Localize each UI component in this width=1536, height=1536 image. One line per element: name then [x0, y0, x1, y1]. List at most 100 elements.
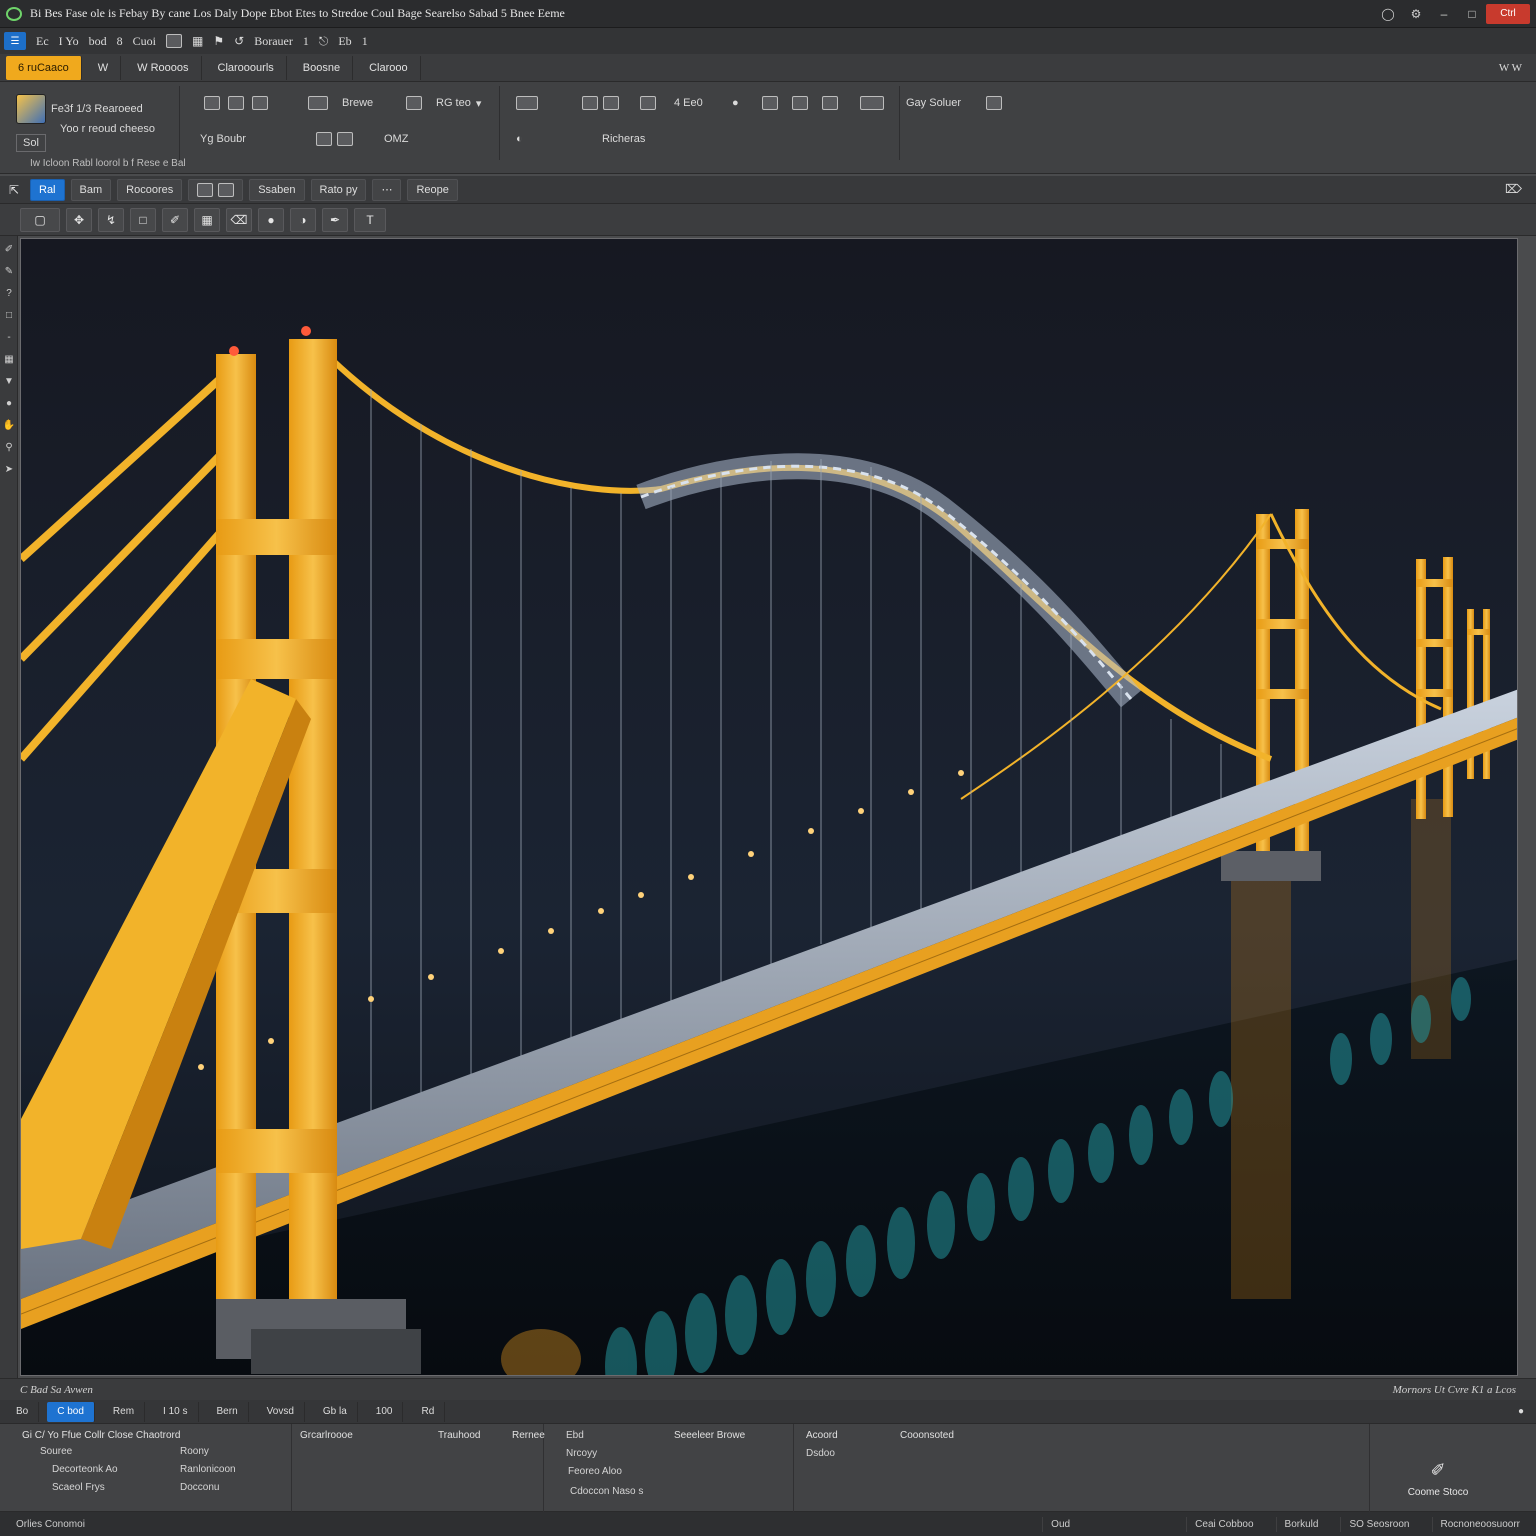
- statusbar-item[interactable]: Ceai Cobboo: [1186, 1516, 1261, 1532]
- qat-item[interactable]: Ec: [36, 34, 49, 49]
- qat-item[interactable]: 8: [117, 34, 123, 49]
- panel-tab[interactable]: Gb la: [313, 1401, 358, 1422]
- brush-icon[interactable]: ✐: [2, 244, 16, 258]
- rg-button[interactable]: RG teo ▾: [436, 92, 481, 114]
- detail-feoreo[interactable]: Feoreo Aloo: [568, 1466, 622, 1477]
- panel-tab-active[interactable]: C bod: [47, 1401, 95, 1422]
- panel-tab[interactable]: Rd: [411, 1401, 446, 1422]
- export-button[interactable]: [986, 92, 1002, 114]
- detail-ebd[interactable]: Ebd: [566, 1430, 584, 1441]
- eraser-tool[interactable]: ⌫: [226, 207, 252, 232]
- minus-icon[interactable]: -: [2, 332, 16, 346]
- filter-button[interactable]: [640, 92, 656, 114]
- qat-item[interactable]: 1: [362, 34, 368, 49]
- maximize-button[interactable]: □: [1458, 4, 1486, 24]
- pencil-icon[interactable]: ✎: [2, 266, 16, 280]
- detail-cdoccon[interactable]: Cdoccon Naso s: [570, 1486, 643, 1497]
- lasso-tool[interactable]: ↯: [98, 207, 124, 232]
- detail-nrcoyy[interactable]: Nrcoyy: [566, 1448, 597, 1459]
- settings-icon[interactable]: ⚙: [1402, 4, 1430, 24]
- frame-button[interactable]: [228, 92, 244, 114]
- drop-icon[interactable]: ●: [2, 398, 16, 412]
- lock-icon[interactable]: ⎋: [319, 34, 329, 49]
- help-icon[interactable]: ◯: [1374, 4, 1402, 24]
- panel-tab[interactable]: Vovsd: [257, 1401, 305, 1422]
- monitor-button[interactable]: [860, 92, 884, 114]
- list-button[interactable]: [822, 92, 838, 114]
- zoom-icon[interactable]: ⚲: [2, 442, 16, 456]
- tab-home[interactable]: 6 ruCaaco: [6, 55, 82, 80]
- border-button[interactable]: Yg Boubr: [200, 128, 246, 150]
- tab-rato[interactable]: Rato py: [310, 178, 367, 201]
- question-icon[interactable]: ?: [2, 288, 16, 302]
- square-icon[interactable]: [166, 34, 183, 48]
- value-button[interactable]: 4 Ee0: [674, 92, 703, 114]
- panel-tab[interactable]: Bern: [207, 1401, 249, 1422]
- window-button[interactable]: [308, 92, 328, 114]
- statusbar-item[interactable]: SO Seosroon: [1340, 1516, 1417, 1532]
- layers-button[interactable]: [252, 92, 268, 114]
- hand-icon[interactable]: ✋: [2, 420, 16, 434]
- tab-rocoores[interactable]: Rocoores: [117, 178, 183, 201]
- crop-button[interactable]: [762, 92, 778, 114]
- tab-reope[interactable]: Reope: [407, 178, 458, 201]
- tab-5[interactable]: Boosne: [291, 55, 354, 80]
- save-icon[interactable]: ▦: [192, 34, 203, 49]
- qat-item[interactable]: I Yo: [59, 34, 79, 49]
- prop-roony[interactable]: Roony: [180, 1446, 209, 1457]
- collapse-icon[interactable]: ⌦: [1505, 182, 1522, 197]
- pin-icon[interactable]: ●: [732, 92, 739, 114]
- statusbar-item[interactable]: Borkuld: [1275, 1516, 1327, 1532]
- prop-ranl[interactable]: Ranlonicoon: [180, 1464, 236, 1475]
- rect-icon[interactable]: □: [2, 310, 16, 324]
- panel-tab[interactable]: Rem: [103, 1401, 146, 1422]
- tab-2[interactable]: W: [86, 55, 122, 80]
- apply-button[interactable]: ✐ Coome Stoco: [1368, 1454, 1508, 1504]
- prop-scaeol[interactable]: Scaeol Frys: [52, 1482, 105, 1493]
- arrow-icon[interactable]: ➤: [2, 464, 16, 478]
- panel-tab[interactable]: 100: [366, 1401, 404, 1422]
- pointer-icon[interactable]: ⇱: [4, 178, 24, 202]
- qat-item[interactable]: Eb: [338, 34, 351, 49]
- color-button[interactable]: ◐: [516, 128, 523, 150]
- browse-button[interactable]: Brewe: [342, 92, 373, 114]
- ribbon-options[interactable]: W W: [1499, 62, 1522, 74]
- prop-source[interactable]: Souree: [40, 1446, 72, 1457]
- table-button[interactable]: [516, 92, 538, 114]
- prop-docc[interactable]: Docconu: [180, 1482, 219, 1493]
- save-icon[interactable]: ▦: [2, 354, 16, 368]
- qat-item[interactable]: bod: [89, 34, 107, 49]
- grid-button[interactable]: [204, 92, 220, 114]
- solver-button[interactable]: Gay Soluer: [906, 92, 961, 114]
- grid-toggle[interactable]: [188, 178, 244, 201]
- tab-ssaben[interactable]: Ssaben: [249, 178, 305, 201]
- close-button[interactable]: Ctrl: [1486, 3, 1530, 24]
- file-button[interactable]: Sol: [16, 134, 46, 152]
- rotate-button[interactable]: [792, 92, 808, 114]
- tab-3[interactable]: W Roooos: [125, 55, 202, 80]
- brush-tool[interactable]: ✐: [162, 207, 188, 232]
- tab-4[interactable]: Clarooourls: [206, 55, 287, 80]
- text-tool[interactable]: T: [354, 207, 386, 232]
- qat-item[interactable]: Cuoi: [133, 34, 156, 49]
- move-tool[interactable]: ✥: [66, 207, 92, 232]
- app-menu-icon[interactable]: ☰: [4, 32, 26, 50]
- prop-decor[interactable]: Decorteonk Ao: [52, 1464, 118, 1475]
- align-button[interactable]: [582, 92, 619, 114]
- flag-icon[interactable]: ⚑: [213, 34, 224, 49]
- more-button[interactable]: ⋯: [372, 178, 402, 201]
- qat-item[interactable]: Borauer: [254, 34, 293, 49]
- dodge-tool[interactable]: ◑: [290, 207, 316, 232]
- select-tool[interactable]: ▢: [20, 207, 60, 232]
- crop-tool[interactable]: □: [130, 207, 156, 232]
- filter-icon[interactable]: ▼: [2, 376, 16, 390]
- richer-button[interactable]: Richeras: [602, 128, 645, 150]
- statusbar-item[interactable]: Rocnoneoosuoorr: [1431, 1516, 1529, 1532]
- tab-bam[interactable]: Bam: [70, 178, 112, 201]
- qat-item[interactable]: 1: [303, 34, 309, 49]
- tab-6[interactable]: Clarooo: [357, 55, 421, 80]
- stamp-tool[interactable]: ▦: [194, 207, 220, 232]
- page-button[interactable]: [406, 92, 422, 114]
- col4-b[interactable]: Dsdoo: [806, 1448, 835, 1459]
- panel-menu-icon[interactable]: ●: [1518, 1406, 1524, 1417]
